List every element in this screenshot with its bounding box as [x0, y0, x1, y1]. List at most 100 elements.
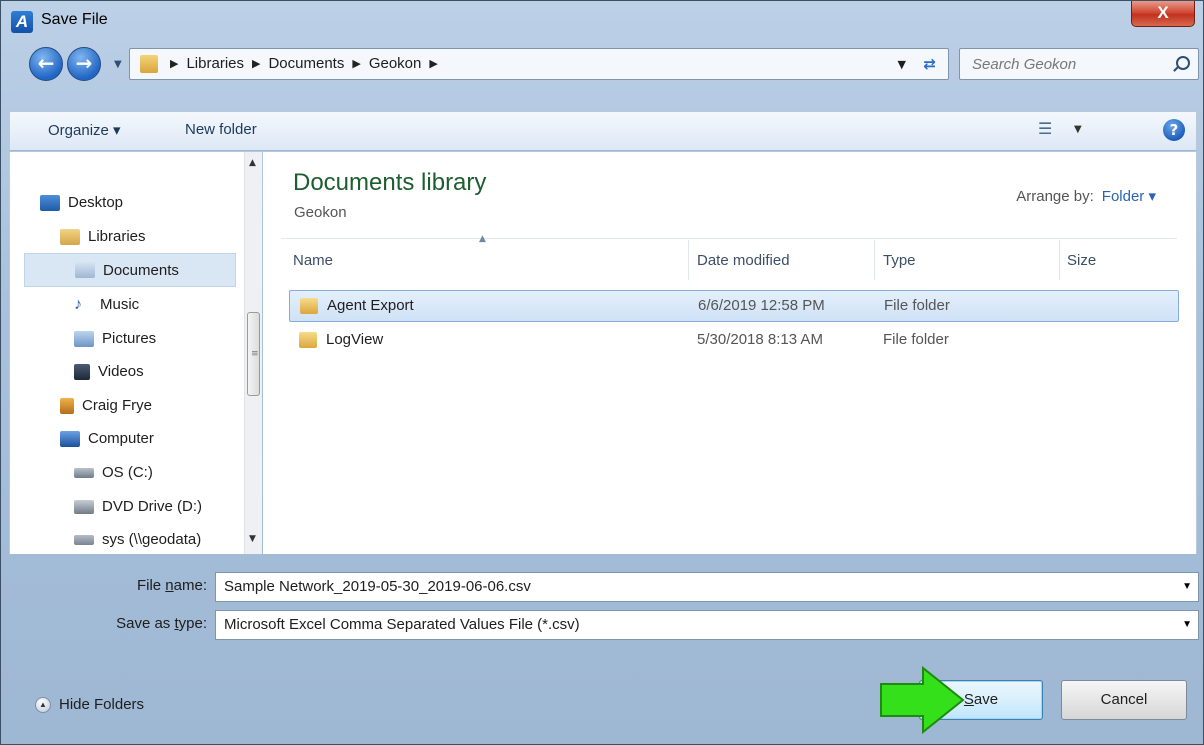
- dvd-icon: [74, 499, 94, 514]
- save-form: File name: Sample Network_2019-05-30_201…: [1, 555, 1204, 745]
- close-button[interactable]: X: [1131, 1, 1195, 27]
- recent-locations-dropdown-icon[interactable]: ▼: [114, 59, 122, 70]
- music-icon: ♪: [74, 295, 82, 313]
- save-as-type-label: Save as type:: [61, 615, 207, 632]
- libraries-icon: [60, 228, 80, 245]
- nav-item-desktop[interactable]: Desktop: [40, 194, 123, 211]
- toolbar: Organize ▾ New folder ☰ ▼ ?: [9, 111, 1197, 151]
- nav-item-label: Libraries: [88, 228, 146, 245]
- arrange-by-dropdown[interactable]: Folder ▾: [1102, 188, 1156, 205]
- column-divider[interactable]: [688, 240, 689, 280]
- breadcrumb-separator-icon: ▶: [352, 58, 361, 70]
- address-dropdown-icon[interactable]: ▼: [898, 58, 906, 71]
- library-subtitle: Geokon: [294, 204, 347, 221]
- file-date: 5/30/2018 8:13 AM: [697, 331, 823, 348]
- nav-item-documents[interactable]: Documents: [24, 253, 236, 287]
- save-accelerator: S: [963, 691, 974, 708]
- column-header-row: Name Date modified Type Size: [281, 238, 1177, 282]
- hide-folders-toggle[interactable]: ▲ Hide Folders: [35, 696, 144, 713]
- breadcrumb-documents[interactable]: Documents: [268, 55, 344, 72]
- column-divider[interactable]: [874, 240, 875, 280]
- refresh-icon[interactable]: ⇄: [923, 55, 936, 73]
- column-header-type[interactable]: Type: [883, 252, 916, 269]
- file-type: File folder: [884, 297, 950, 314]
- documents-icon: [75, 262, 95, 278]
- cancel-button[interactable]: Cancel: [1061, 680, 1187, 720]
- computer-icon: [60, 430, 80, 447]
- scrollbar-thumb[interactable]: ≡: [247, 312, 260, 396]
- library-title: Documents library: [293, 169, 487, 196]
- file-type: File folder: [883, 331, 949, 348]
- column-header-size[interactable]: Size: [1067, 252, 1096, 269]
- desktop-icon: [40, 194, 60, 211]
- file-row-logview[interactable]: LogView 5/30/2018 8:13 AM File folder: [289, 325, 1179, 357]
- file-list-pane: Documents library Geokon Arrange by: Fold…: [263, 152, 1197, 554]
- file-row-agent-export[interactable]: Agent Export 6/6/2019 12:58 PM File fold…: [289, 290, 1179, 322]
- app-icon: A: [11, 11, 33, 33]
- save-label: ave: [973, 691, 999, 708]
- search-icon[interactable]: [1176, 56, 1190, 70]
- view-options-dropdown-icon[interactable]: ▼: [1074, 124, 1082, 135]
- nav-item-label: Videos: [98, 363, 144, 380]
- column-divider[interactable]: [1059, 240, 1060, 280]
- nav-item-sys-network[interactable]: sys (\\geodata): [74, 531, 201, 548]
- scroll-up-icon[interactable]: ▲: [249, 158, 256, 168]
- folder-icon: [299, 332, 317, 348]
- folder-icon: [300, 298, 318, 314]
- arrange-by: Arrange by: Folder ▾: [1016, 187, 1156, 205]
- search-input[interactable]: Search Geokon: [972, 56, 1076, 73]
- nav-item-label: Craig Frye: [82, 397, 153, 414]
- column-header-date[interactable]: Date modified: [697, 252, 790, 269]
- nav-scrollbar[interactable]: ▲ ≡ ▼: [244, 152, 262, 554]
- navigation-pane: Desktop Libraries Documents ♪ Music Pict…: [9, 152, 262, 554]
- address-bar[interactable]: ▶ Libraries ▶ Documents ▶ Geokon ▶ ▼ ⇄: [129, 48, 949, 80]
- forward-button[interactable]: →: [67, 47, 101, 81]
- column-header-name[interactable]: Name: [293, 252, 333, 269]
- breadcrumb-libraries[interactable]: Libraries: [186, 55, 244, 72]
- window-title: Save File: [41, 11, 108, 28]
- nav-item-videos[interactable]: Videos: [74, 363, 144, 380]
- nav-item-libraries[interactable]: Libraries: [60, 228, 146, 245]
- breadcrumb-separator-icon: ▶: [252, 58, 261, 70]
- green-arrow-annotation-icon: [880, 666, 965, 734]
- file-name-field[interactable]: Sample Network_2019-05-30_2019-06-06.csv…: [215, 572, 1199, 602]
- nav-item-label: OS (C:): [102, 464, 153, 481]
- file-name-value[interactable]: Sample Network_2019-05-30_2019-06-06.csv: [224, 578, 531, 595]
- new-folder-button[interactable]: New folder: [185, 121, 257, 138]
- folder-icon: [140, 55, 158, 73]
- pictures-icon: [74, 330, 94, 347]
- videos-icon: [74, 363, 90, 380]
- nav-item-label: Computer: [88, 430, 154, 447]
- scroll-down-icon[interactable]: ▼: [249, 534, 256, 544]
- file-date: 6/6/2019 12:58 PM: [698, 297, 825, 314]
- nav-item-label: sys (\\geodata): [102, 531, 202, 548]
- nav-item-pictures[interactable]: Pictures: [74, 330, 156, 347]
- breadcrumb-separator-icon[interactable]: ▶: [429, 57, 437, 70]
- chevron-down-icon[interactable]: ▼: [1182, 581, 1192, 592]
- breadcrumb-geokon[interactable]: Geokon: [369, 55, 422, 72]
- change-view-icon[interactable]: ☰: [1038, 120, 1058, 138]
- nav-item-label: Pictures: [102, 330, 157, 347]
- file-name-label: File name:: [81, 577, 207, 594]
- file-name: LogView: [326, 331, 384, 348]
- nav-item-os-c[interactable]: OS (C:): [74, 464, 153, 481]
- hide-folders-label: Hide Folders: [59, 696, 145, 713]
- help-icon[interactable]: ?: [1163, 119, 1185, 141]
- network-drive-icon: [74, 534, 94, 545]
- nav-item-user[interactable]: Craig Frye: [60, 397, 152, 414]
- label-text: ame:: [173, 577, 207, 594]
- breadcrumb-separator-icon: ▶: [170, 58, 179, 70]
- save-as-type-select[interactable]: Microsoft Excel Comma Separated Values F…: [215, 610, 1199, 640]
- file-name: Agent Export: [327, 297, 414, 314]
- nav-item-dvd[interactable]: DVD Drive (D:): [74, 498, 202, 515]
- nav-item-computer[interactable]: Computer: [60, 430, 154, 447]
- organize-button[interactable]: Organize ▾: [48, 121, 121, 139]
- chevron-down-icon[interactable]: ▼: [1182, 619, 1192, 630]
- arrange-by-label: Arrange by:: [1016, 188, 1094, 205]
- label-accelerator: n: [165, 577, 174, 594]
- save-as-type-value[interactable]: Microsoft Excel Comma Separated Values F…: [224, 616, 580, 633]
- nav-item-label: Documents: [103, 261, 179, 279]
- search-box[interactable]: Search Geokon: [959, 48, 1199, 80]
- nav-item-music[interactable]: ♪ Music: [74, 296, 139, 313]
- back-button[interactable]: ←: [29, 47, 63, 81]
